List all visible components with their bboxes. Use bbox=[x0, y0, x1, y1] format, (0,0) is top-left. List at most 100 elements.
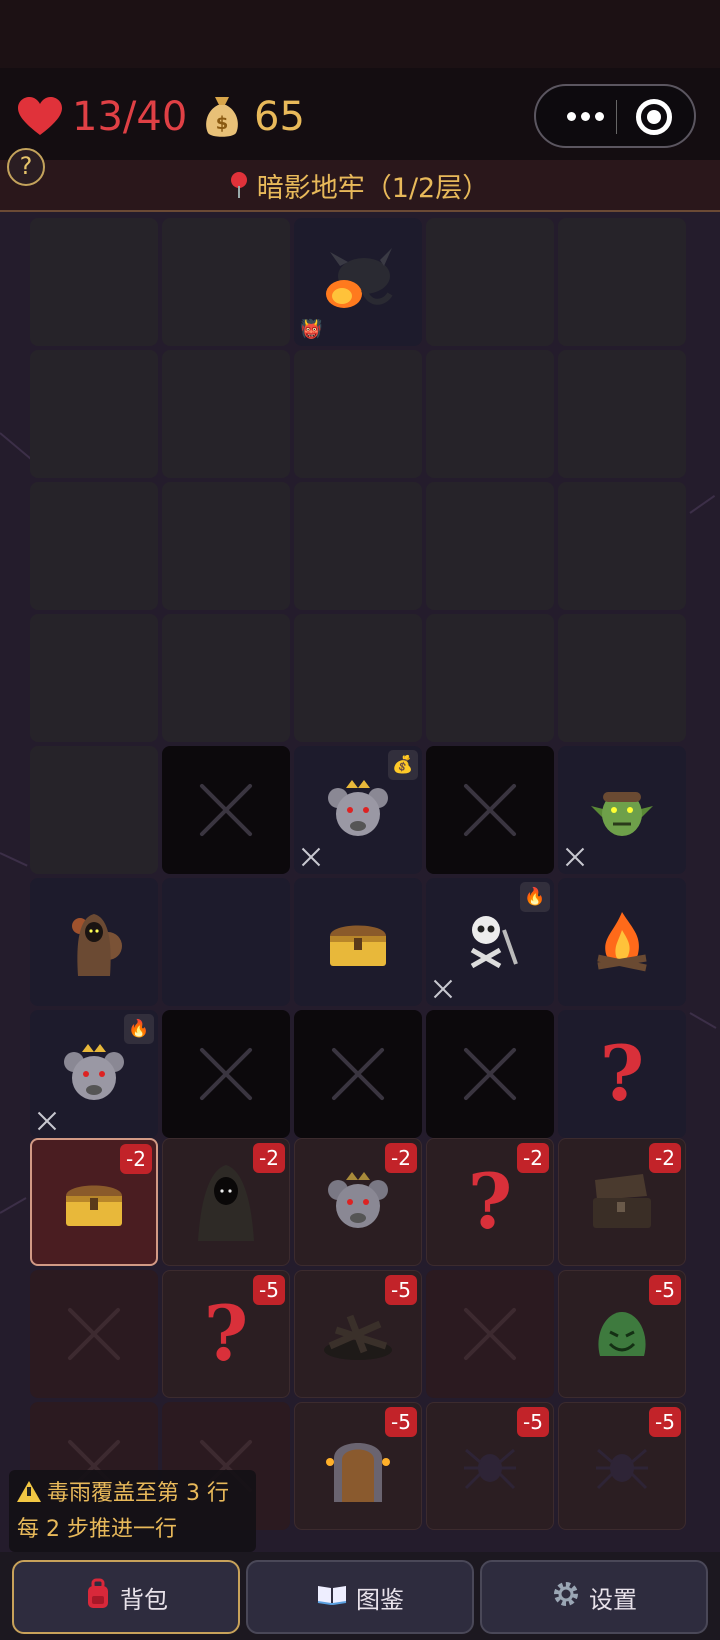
question-mark-icon: ? bbox=[467, 1157, 513, 1246]
demon-mask-icon: 👹 bbox=[300, 319, 323, 340]
grid-cell-mystery[interactable]: ? bbox=[558, 1010, 686, 1138]
gear-icon bbox=[551, 1579, 581, 1615]
damage-badge: -5 bbox=[649, 1275, 681, 1305]
grid-cell-dungeon-door[interactable]: -5 bbox=[294, 1402, 422, 1530]
gold-value: 65 bbox=[254, 94, 305, 140]
grid-cell-hidden[interactable] bbox=[30, 482, 158, 610]
settings-button[interactable]: 设置 bbox=[480, 1560, 708, 1634]
grid-cell-cleared bbox=[426, 746, 554, 874]
skeleton-icon bbox=[460, 910, 520, 974]
grid-cell-hidden[interactable] bbox=[30, 350, 158, 478]
codex-button[interactable]: 图鉴 bbox=[246, 1560, 474, 1634]
grid-cell-hidden[interactable] bbox=[558, 614, 686, 742]
marked-x-icon bbox=[566, 848, 584, 866]
grid-cell-hidden[interactable] bbox=[558, 482, 686, 610]
grid-cell-rat-king[interactable]: 🔥 bbox=[30, 1010, 158, 1138]
burnt-wood-icon bbox=[320, 1306, 396, 1362]
backpack-button[interactable]: 背包 bbox=[12, 1560, 240, 1634]
wall-crack bbox=[689, 1012, 717, 1029]
grid-cell-treasure-chest[interactable] bbox=[294, 878, 422, 1006]
grid-cell-skeleton[interactable]: 🔥 bbox=[426, 878, 554, 1006]
more-menu-button[interactable] bbox=[558, 94, 612, 138]
money-bag-icon: $ bbox=[206, 97, 238, 137]
grid-cell-revealed-empty[interactable] bbox=[162, 878, 290, 1006]
marked-x-icon bbox=[434, 980, 452, 998]
grid-cell-green-slime[interactable]: -5 bbox=[558, 1270, 686, 1398]
grid-cell-rat-king[interactable]: -2 bbox=[294, 1138, 422, 1266]
mini-program-capsule bbox=[534, 84, 696, 148]
warning-line-2: 每 2 步推进一行 bbox=[17, 1517, 177, 1542]
grid-cell-empty-chest[interactable]: -2 bbox=[558, 1138, 686, 1266]
grid-cell-hidden[interactable] bbox=[426, 614, 554, 742]
flame-figure-tag-icon: 🔥 bbox=[520, 882, 550, 912]
grid-cell-rat-king[interactable]: 💰 bbox=[294, 746, 422, 874]
damage-badge: -2 bbox=[649, 1143, 681, 1173]
treasure-chest-icon bbox=[62, 1174, 126, 1230]
marked-x-icon bbox=[38, 1112, 56, 1130]
damage-badge: -5 bbox=[385, 1275, 417, 1305]
wall-crack bbox=[0, 1197, 27, 1214]
grid-cell-hidden[interactable] bbox=[294, 482, 422, 610]
grid-cell-hidden[interactable] bbox=[426, 482, 554, 610]
grid-cell-hooded-merchant[interactable] bbox=[30, 878, 158, 1006]
grid-cell-hidden[interactable] bbox=[558, 218, 686, 346]
hp-value: 13/40 bbox=[72, 94, 188, 140]
damage-badge: -5 bbox=[649, 1407, 681, 1437]
dungeon-door-icon bbox=[326, 1428, 390, 1504]
hp-display: 13/40 bbox=[18, 94, 187, 140]
system-status-bar bbox=[0, 0, 720, 68]
backpack-icon bbox=[84, 1578, 112, 1616]
grid-cell-spider[interactable]: -5 bbox=[426, 1402, 554, 1530]
svg-text:$: $ bbox=[216, 113, 229, 134]
grid-cell-hidden[interactable] bbox=[162, 350, 290, 478]
empty-chest-icon bbox=[587, 1172, 657, 1232]
damage-badge: -5 bbox=[517, 1407, 549, 1437]
open-book-icon bbox=[316, 1582, 348, 1612]
close-target-button[interactable] bbox=[636, 99, 672, 135]
wall-crack bbox=[0, 852, 28, 867]
grid-cell-hidden[interactable] bbox=[294, 614, 422, 742]
grid-cell-goblin[interactable] bbox=[558, 746, 686, 874]
cleared-x-icon bbox=[462, 1046, 518, 1102]
grid-cell-cleared bbox=[426, 1010, 554, 1138]
grid-cell-hidden[interactable] bbox=[558, 350, 686, 478]
hooded-rogue-icon bbox=[194, 1161, 258, 1243]
warning-line-1: 毒雨覆盖至第 3 行 bbox=[17, 1476, 248, 1512]
heart-icon bbox=[18, 97, 62, 135]
capsule-divider bbox=[616, 100, 617, 134]
damage-badge: -2 bbox=[120, 1144, 152, 1174]
goblin-icon bbox=[589, 780, 655, 840]
grid-cell-hooded-rogue[interactable]: -2 bbox=[162, 1138, 290, 1266]
grid-cell-hidden[interactable] bbox=[162, 614, 290, 742]
gold-display: $ 65 bbox=[202, 94, 305, 140]
grid-cell-treasure-chest[interactable]: -2 bbox=[30, 1138, 158, 1266]
grid-cell-hidden[interactable] bbox=[426, 350, 554, 478]
location-bar: 暗影地牢（1/2层） bbox=[0, 160, 720, 212]
grid-cell-dragon[interactable]: 👹 bbox=[294, 218, 422, 346]
grid-cell-campfire[interactable] bbox=[558, 878, 686, 1006]
cleared-x-icon bbox=[198, 782, 254, 838]
grid-cell-cleared bbox=[30, 1270, 158, 1398]
grid-cell-hidden[interactable] bbox=[426, 218, 554, 346]
location-pin-icon bbox=[230, 172, 247, 198]
damage-badge: -2 bbox=[385, 1143, 417, 1173]
grid-cell-hidden[interactable] bbox=[30, 218, 158, 346]
question-mark-icon: ? bbox=[599, 1029, 645, 1118]
grid-cell-mystery[interactable]: ? -5 bbox=[162, 1270, 290, 1398]
grid-cell-hidden[interactable] bbox=[30, 746, 158, 874]
grid-cell-burnt-wood[interactable]: -5 bbox=[294, 1270, 422, 1398]
grid-cell-spider[interactable]: -5 bbox=[558, 1402, 686, 1530]
damage-badge: -2 bbox=[517, 1143, 549, 1173]
grid-cell-hidden[interactable] bbox=[30, 614, 158, 742]
wall-crack bbox=[0, 432, 32, 460]
grid-cell-mystery[interactable]: ? -2 bbox=[426, 1138, 554, 1266]
rat-king-icon bbox=[326, 1170, 390, 1234]
grid-cell-hidden[interactable] bbox=[294, 350, 422, 478]
help-button[interactable]: ? bbox=[7, 148, 45, 186]
cleared-x-icon bbox=[330, 1046, 386, 1102]
damage-badge: -2 bbox=[253, 1143, 285, 1173]
cleared-x-icon bbox=[66, 1306, 122, 1362]
grid-cell-hidden[interactable] bbox=[162, 482, 290, 610]
grid-cell-cleared bbox=[162, 746, 290, 874]
grid-cell-hidden[interactable] bbox=[162, 218, 290, 346]
